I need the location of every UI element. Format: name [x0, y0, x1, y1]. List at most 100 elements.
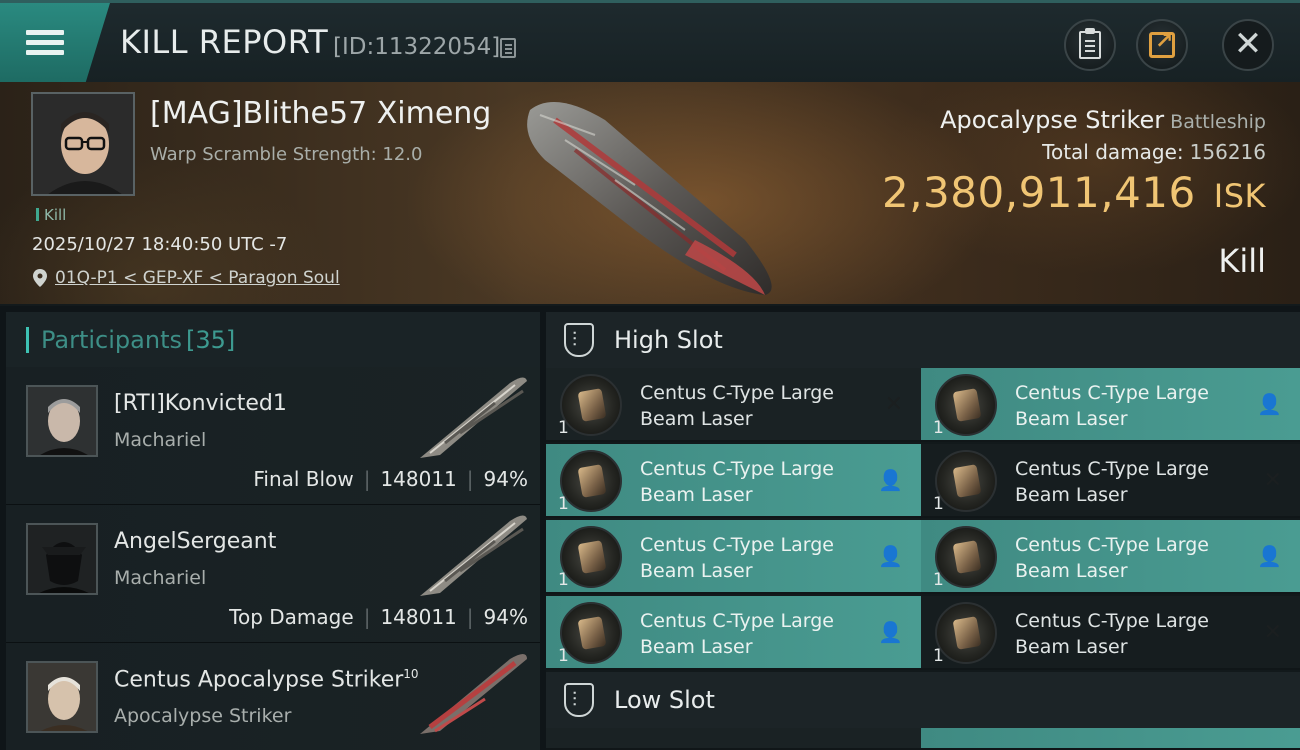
fitting-panel: High Slot 1 Centus C-Type Large Beam Las…: [546, 312, 1300, 750]
participant-ship: Machariel: [114, 429, 207, 451]
high-slot-label: High Slot: [614, 326, 723, 354]
isk-amount: 2,380,911,416: [881, 168, 1196, 217]
module-quantity: 1: [933, 570, 944, 590]
participant-ship-image: [420, 377, 527, 458]
module-slot[interactable]: 1 Centus C-Type Large Beam Laser 👤: [921, 520, 1300, 594]
low-slot-icon: [564, 683, 594, 717]
person-icon: 👤: [1257, 392, 1282, 416]
clipboard-icon: [1079, 28, 1101, 59]
beam-laser-icon: [560, 374, 622, 436]
isk-value: 2,380,911,416 ISK: [882, 168, 1266, 217]
share-button[interactable]: [1136, 19, 1188, 71]
ship-name-text[interactable]: Apocalypse Striker: [940, 106, 1164, 134]
beam-laser-icon: [560, 450, 622, 512]
participant-ship-image: [420, 654, 527, 734]
participant-name-text: Centus Apocalypse Striker: [114, 667, 404, 693]
avatar[interactable]: [26, 661, 98, 733]
module-quantity: 1: [933, 646, 944, 666]
victim-ship-image: [527, 102, 772, 295]
participant-damage: 148011: [380, 605, 457, 629]
close-icon: ✕: [1233, 24, 1263, 64]
total-damage: Total damage: 156216: [1042, 140, 1266, 164]
beam-laser-icon: [560, 602, 622, 664]
beam-laser-icon: [935, 602, 997, 664]
header-bar: KILL REPORT [ID:11322054] ✕: [0, 0, 1300, 82]
isk-unit: ISK: [1213, 177, 1266, 215]
module-slot[interactable]: 1 Centus C-Type Large Beam Laser 👤: [546, 520, 921, 594]
low-slot-label: Low Slot: [614, 686, 715, 714]
total-damage-label: Total damage:: [1042, 140, 1184, 164]
hamburger-icon: [26, 25, 64, 60]
kill-timestamp: 2025/10/27 18:40:50 UTC -7: [32, 234, 288, 255]
victim-name[interactable]: [MAG]Blithe57 Ximeng: [150, 96, 491, 131]
module-slot[interactable]: 1 Centus C-Type Large Beam Laser 👤: [546, 596, 921, 670]
participant-name: AngelSergeant: [114, 529, 277, 554]
module-slot[interactable]: 1 Centus C-Type Large Beam Laser 👤: [921, 368, 1300, 442]
module-quantity: 1: [933, 494, 944, 514]
low-slot-header: Low Slot: [546, 672, 1300, 728]
location-pin-icon: [33, 269, 47, 287]
page-title: KILL REPORT: [120, 23, 329, 61]
x-mark-icon: ✕: [884, 392, 903, 417]
beam-laser-icon: [935, 526, 997, 588]
module-slot[interactable]: 1 Centus C-Type Large Beam Laser ✕: [546, 368, 921, 442]
participant-name: [RTI]Konvicted1: [114, 391, 287, 416]
participant-row[interactable]: Centus Apocalypse Striker10 Apocalypse S…: [6, 643, 540, 750]
victim-ship-name: Apocalypse Striker Battleship: [940, 106, 1266, 134]
participants-count: [35]: [185, 325, 236, 354]
module-name: Centus C-Type Large Beam Laser: [1015, 610, 1209, 658]
participants-label: Participants: [41, 325, 182, 354]
participants-panel: Participants [35] [RTI]Konvicted1 Machar…: [6, 312, 540, 750]
module-slot[interactable]: 1 Centus C-Type Large Beam Laser ✕: [921, 596, 1300, 670]
participant-row[interactable]: AngelSergeant Machariel Top Damage | 14801…: [6, 505, 540, 643]
module-quantity: 1: [933, 418, 944, 438]
warp-scramble-strength: Warp Scramble Strength: 12.0: [150, 144, 423, 165]
module-name: Centus C-Type Large Beam Laser: [640, 458, 834, 506]
report-id: [ID:11322054]: [333, 34, 501, 60]
participant-percent: 94%: [483, 467, 528, 491]
avatar[interactable]: [26, 523, 98, 595]
kill-tag: Kill: [36, 206, 66, 224]
x-mark-icon: ✕: [1263, 468, 1282, 493]
module-slot[interactable]: 1 Centus C-Type Large Beam Laser 👤: [546, 444, 921, 518]
victim-panel: [MAG]Blithe57 Ximeng Warp Scramble Stren…: [0, 82, 1300, 306]
participant-ship: Apocalypse Striker: [114, 705, 292, 727]
participant-stats: Top Damage | 148011 | 94%: [229, 605, 528, 629]
module-quantity: 1: [558, 494, 569, 514]
module-name: Centus C-Type Large Beam Laser: [640, 382, 834, 430]
module-name: Centus C-Type Large Beam Laser: [640, 610, 834, 658]
module-slot[interactable]: 1 Centus C-Type Large Beam Laser ✕: [921, 444, 1300, 518]
beam-laser-icon: [935, 374, 997, 436]
participant-row[interactable]: [RTI]Konvicted1 Machariel Final Blow | 148…: [6, 367, 540, 505]
participant-damage: 148011: [380, 467, 457, 491]
module-quantity: 1: [558, 418, 569, 438]
module-quantity: 1: [558, 646, 569, 666]
person-icon: 👤: [878, 620, 903, 644]
beam-laser-icon: [560, 526, 622, 588]
participant-name: Centus Apocalypse Striker10: [114, 667, 419, 692]
beam-laser-icon: [935, 450, 997, 512]
participants-header[interactable]: Participants [35]: [6, 312, 540, 367]
person-icon: 👤: [878, 468, 903, 492]
avatar[interactable]: [26, 385, 98, 457]
module-slot[interactable]: [921, 728, 1300, 750]
close-button[interactable]: ✕: [1222, 19, 1274, 71]
victim-avatar[interactable]: [31, 92, 135, 196]
menu-button[interactable]: [0, 3, 110, 82]
copy-icon[interactable]: [500, 38, 516, 58]
location-link[interactable]: 01Q-P1 < GEP-XF < Paragon Soul: [55, 268, 340, 288]
person-icon: 👤: [878, 544, 903, 568]
participant-role: Final Blow: [253, 467, 354, 491]
module-name: Centus C-Type Large Beam Laser: [1015, 382, 1209, 430]
participant-ship: Machariel: [114, 567, 207, 589]
module-quantity: 1: [558, 570, 569, 590]
clipboard-button[interactable]: [1064, 19, 1116, 71]
high-slot-header: High Slot: [546, 312, 1300, 368]
x-mark-icon: ✕: [1263, 620, 1282, 645]
module-slot[interactable]: [546, 728, 921, 750]
participant-ship-image: [420, 515, 527, 596]
participant-role: Top Damage: [229, 605, 354, 629]
kill-result: Kill: [1218, 242, 1266, 280]
high-slot-icon: [564, 323, 594, 357]
participant-percent: 94%: [483, 605, 528, 629]
